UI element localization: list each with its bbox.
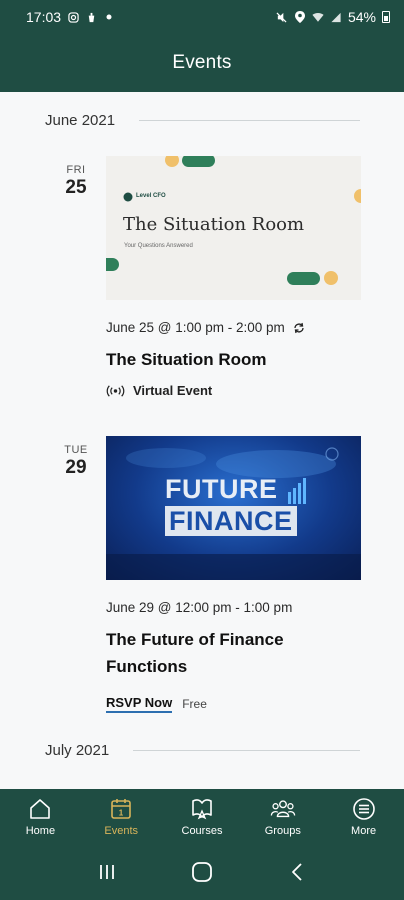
status-bar: 17:03 54%	[0, 0, 404, 34]
month-header: June 2021	[45, 112, 360, 129]
event-day: 25	[65, 177, 87, 198]
wifi-icon	[312, 11, 324, 23]
repeat-icon	[293, 322, 305, 334]
battery-percent: 54%	[347, 9, 376, 25]
back-icon[interactable]	[282, 857, 312, 887]
event-weekday: FRI	[66, 164, 86, 176]
nav-more[interactable]: More	[323, 789, 404, 844]
menu-icon	[351, 797, 377, 821]
mute-icon	[276, 11, 288, 23]
event-tag-label: Virtual Event	[133, 383, 213, 398]
event-tag: Virtual Event	[106, 383, 212, 398]
event-day: 29	[65, 457, 87, 478]
groups-icon	[270, 797, 296, 821]
event-time: June 25 @ 1:00 pm - 2:00 pm	[106, 320, 305, 335]
rsvp-button[interactable]: RSVP Now	[106, 695, 173, 713]
event-weekday: TUE	[64, 444, 88, 456]
calendar-icon-number: 1	[119, 808, 124, 817]
divider	[133, 750, 360, 751]
notification-icon	[85, 11, 97, 23]
event-image-situation-room[interactable]: Level CFO The Situation Room Your Questi…	[106, 156, 361, 300]
instagram-icon	[67, 11, 79, 23]
event-image-future-finance[interactable]: FUTURE FINANCE	[106, 436, 361, 580]
image-subheading: Your Questions Answered	[124, 243, 193, 249]
dot-icon	[103, 11, 115, 23]
image-logo-text: Level CFO	[136, 193, 166, 199]
battery-icon	[382, 11, 390, 23]
image-line-finance: FINANCE	[165, 506, 297, 536]
event-title[interactable]: The Situation Room	[106, 346, 356, 373]
events-list[interactable]: June 2021 FRI 25 Level CFO The Situation…	[0, 92, 404, 789]
bottom-nav: Home 1 Events Courses Groups More	[0, 789, 404, 844]
nav-label: More	[351, 824, 377, 837]
month-label: June 2021	[45, 112, 116, 129]
event-time-text: June 29 @ 12:00 pm - 1:00 pm	[106, 600, 293, 615]
image-heading: The Situation Room	[123, 214, 305, 235]
location-icon	[294, 11, 306, 23]
month-label: July 2021	[45, 742, 110, 759]
nav-label: Courses	[181, 824, 223, 837]
signal-icon	[330, 11, 342, 23]
nav-groups[interactable]: Groups	[242, 789, 323, 844]
month-header: July 2021	[45, 742, 360, 759]
divider	[139, 120, 360, 121]
rsvp-row: RSVP Now Free	[106, 695, 207, 713]
event-time-text: June 25 @ 1:00 pm - 2:00 pm	[106, 320, 285, 335]
image-line-future: FUTURE	[165, 474, 278, 504]
system-nav-bar	[0, 844, 404, 900]
event-date: TUE 29	[56, 444, 96, 479]
app-bar: Events	[0, 34, 404, 92]
nav-home[interactable]: Home	[0, 789, 81, 844]
nav-events[interactable]: 1 Events	[81, 789, 162, 844]
home-button-icon[interactable]	[187, 857, 217, 887]
recent-apps-icon[interactable]	[92, 857, 122, 887]
event-title[interactable]: The Future of Finance Functions	[106, 626, 356, 680]
event-time: June 29 @ 12:00 pm - 1:00 pm	[106, 600, 292, 615]
page-title: Events	[172, 52, 232, 73]
calendar-icon: 1	[108, 797, 134, 821]
status-time: 17:03	[26, 9, 62, 25]
nav-courses[interactable]: Courses	[162, 789, 243, 844]
courses-icon	[189, 797, 215, 821]
event-date: FRI 25	[56, 164, 96, 199]
price-label: Free	[182, 697, 207, 711]
nav-label: Events	[104, 824, 139, 837]
nav-label: Home	[25, 824, 56, 837]
home-icon	[27, 797, 53, 821]
nav-label: Groups	[264, 824, 301, 837]
broadcast-icon	[106, 384, 125, 397]
